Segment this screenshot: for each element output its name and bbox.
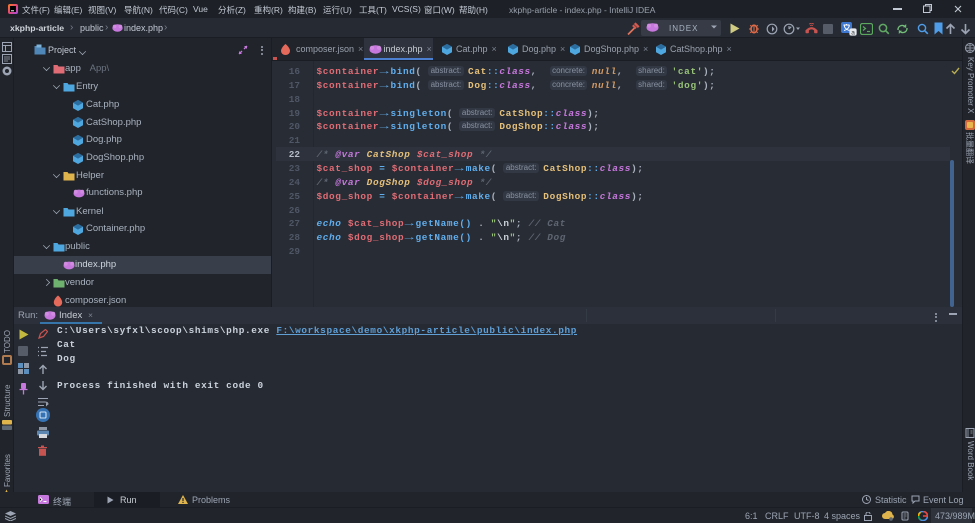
svg-text:a: a xyxy=(851,30,855,37)
